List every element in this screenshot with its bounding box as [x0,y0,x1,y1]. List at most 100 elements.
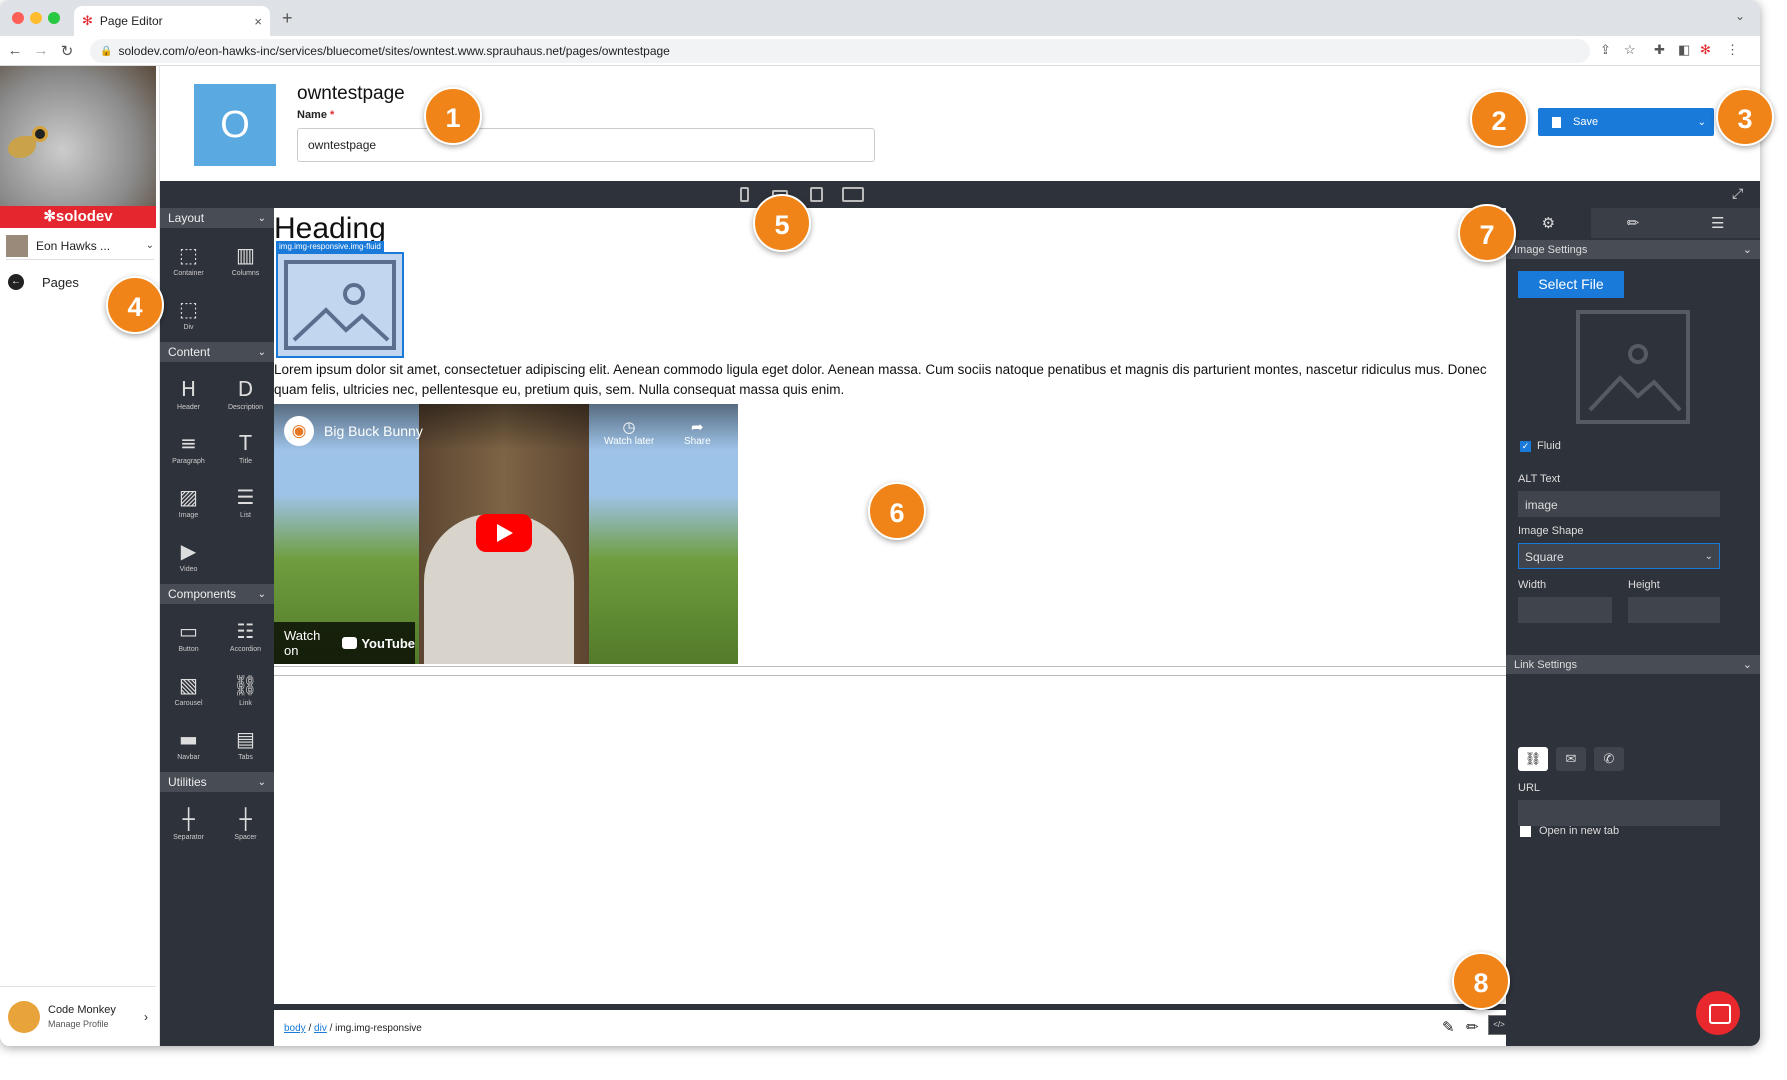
alt-text-input[interactable]: image [1518,491,1720,517]
fluid-checkbox[interactable]: ✓ Fluid [1520,440,1561,452]
block-title[interactable]: T Title [217,420,274,474]
name-label-text: Name [297,109,327,121]
close-window-icon[interactable] [12,12,24,24]
block-columns[interactable]: ▥ Columns [217,232,274,286]
block-image[interactable]: ▨ Image [160,474,217,528]
extensions-icon[interactable]: ✚ [1654,42,1665,58]
browser-menu-icon[interactable]: ⋮ [1726,42,1739,58]
maximize-window-icon[interactable] [48,12,60,24]
callout-badge-2: 2 [1470,90,1528,148]
canvas-paragraph[interactable]: Lorem ipsum dolor sit amet, consectetuer… [274,360,1506,400]
bookmark-star-icon[interactable]: ☆ [1624,42,1636,58]
link-settings-header[interactable]: Link Settings ⌄ [1506,655,1760,674]
block-carousel[interactable]: ▧ Carousel [160,662,217,716]
browser-tab[interactable]: ✻ Page Editor × [74,6,270,36]
image-preview [1576,310,1690,424]
brand-logo: ✻solodev [0,206,156,228]
category-layout[interactable]: Layout ⌄ [160,208,274,228]
link-type-phone-icon[interactable]: ✆ [1594,747,1624,771]
category-utilities[interactable]: Utilities ⌄ [160,772,274,792]
category-content[interactable]: Content ⌄ [160,342,274,362]
block-container[interactable]: ⬚ Container [160,232,217,286]
pages-link[interactable]: ← Pages [8,274,79,290]
gear-icon[interactable]: ⚙ [1506,208,1591,238]
block-paragraph[interactable]: ≡ Paragraph [160,420,217,474]
category-components[interactable]: Components ⌄ [160,584,274,604]
chat-support-icon[interactable] [1696,991,1740,1035]
open-new-tab-checkbox[interactable]: Open in new tab [1520,825,1619,837]
block-separator[interactable]: ┼ Separator [160,796,217,850]
side-panel-icon[interactable]: ◧ [1678,42,1690,58]
share-button[interactable]: ➦ Share [684,418,711,447]
address-bar[interactable]: 🔒 solodev.com/o/eon-hawks-inc/services/b… [90,39,1590,63]
youtube-video-embed[interactable]: ◉ Big Buck Bunny ◷ Watch later ➦ Share Wat… [274,404,738,664]
url-label: URL [1518,782,1541,794]
tab-close-icon[interactable]: × [254,14,262,29]
org-selector[interactable]: Eon Hawks ... ⌄ [6,232,154,260]
edit-icon[interactable]: ✎ [1442,1018,1455,1036]
block-button[interactable]: ▭ Button [160,608,217,662]
image-placeholder[interactable] [276,252,404,358]
new-tab-button[interactable]: + [282,8,293,29]
save-button[interactable]: Save ⌄ [1538,108,1714,136]
button-icon: ▭ [179,618,198,643]
link-type-url-icon[interactable]: ⛓ [1518,747,1548,771]
block-header[interactable]: H Header [160,366,217,420]
list-icon[interactable]: ☰ [1675,208,1760,238]
fullscreen-icon[interactable]: ⤢ [1732,185,1743,202]
play-button[interactable] [476,514,532,552]
image-shape-select[interactable]: Square ⌄ [1518,543,1720,569]
chevron-down-icon: ⌄ [257,346,266,358]
open-new-tab-label: Open in new tab [1539,825,1620,837]
block-label: Tabs [238,753,253,761]
profile-menu[interactable]: Code Monkey Manage Profile › [0,986,156,1046]
height-input[interactable] [1628,597,1720,623]
watch-later-button[interactable]: ◷ Watch later [604,418,654,447]
image-settings-header[interactable]: Image Settings ⌄ [1506,240,1760,259]
block-link[interactable]: ⛓ Link [217,662,274,716]
video-title[interactable]: Big Buck Bunny [324,423,423,439]
reload-icon[interactable]: ↻ [56,42,78,60]
editor-canvas[interactable]: Heading img.img-responsive.img-fluid Lor… [274,208,1506,1004]
share-icon[interactable]: ⇪ [1600,42,1611,58]
url-input[interactable] [1518,800,1720,826]
block-tabs[interactable]: ▤ Tabs [217,716,274,770]
page-title: owntestpage [297,83,405,104]
tabs-icon: ▤ [236,726,255,751]
tablet-icon[interactable] [810,187,823,202]
share-arrow-icon: ➦ [691,419,704,436]
canvas-bottom-strip [274,1004,1506,1010]
tab-search-icon[interactable]: ⌄ [1735,9,1745,23]
back-arrow-icon: ← [8,274,24,290]
block-label: Video [179,565,198,573]
desktop-icon[interactable] [842,187,864,202]
select-file-button[interactable]: Select File [1518,271,1624,298]
manage-profile-link[interactable]: Manage Profile [48,1019,116,1029]
breadcrumb-separator: / [308,1023,312,1034]
block-navbar[interactable]: ▬ Navbar [160,716,217,770]
link-type-email-icon[interactable]: ✉ [1556,747,1586,771]
block-description[interactable]: D Description [217,366,274,420]
block-video[interactable]: ▶ Video [160,528,217,582]
chevron-down-icon: ⌄ [257,212,266,224]
pencil-icon[interactable]: ✏ [1466,1018,1479,1036]
block-accordion[interactable]: ☷ Accordion [217,608,274,662]
chevron-down-icon: ⌄ [1742,659,1752,671]
breadcrumb-div[interactable]: div [314,1023,327,1034]
width-input[interactable] [1518,597,1612,623]
minimize-window-icon[interactable] [30,12,42,24]
link-icon: ⛓ [232,672,259,697]
block-div[interactable]: ⬚ Div [160,286,217,340]
solodev-extension-icon[interactable]: ✻ [1700,42,1711,58]
back-icon[interactable]: ← [4,42,26,59]
watch-on-youtube[interactable]: Watch on YouTube [274,622,415,664]
mobile-portrait-icon[interactable] [740,187,749,202]
channel-avatar[interactable]: ◉ [284,416,314,446]
forward-icon[interactable]: → [30,42,52,59]
block-spacer[interactable]: ┼ Spacer [217,796,274,850]
name-field[interactable] [297,128,875,162]
breadcrumb-body[interactable]: body [284,1023,306,1034]
block-list[interactable]: ☰ List [217,474,274,528]
chevron-down-icon[interactable]: ⌄ [1698,117,1706,128]
pencil-icon[interactable]: ✏ [1591,208,1676,238]
